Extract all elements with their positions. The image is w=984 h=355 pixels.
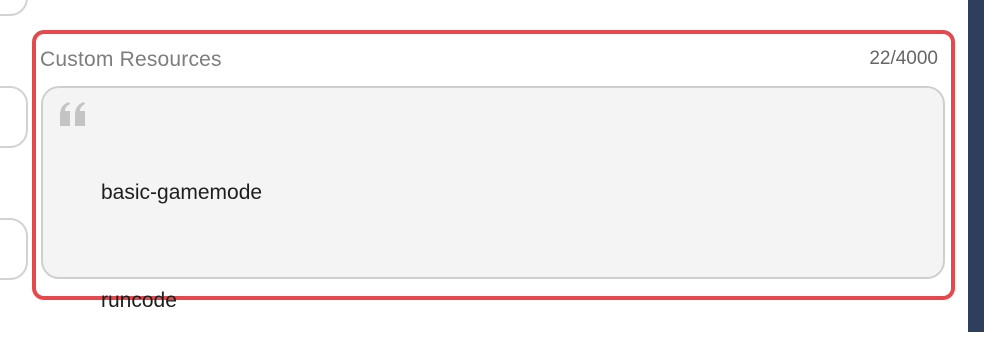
partial-control-top[interactable]: [0, 0, 28, 16]
textarea-text[interactable]: basic-gamemode runcode: [101, 103, 921, 355]
scrollbar-track[interactable]: [968, 0, 984, 332]
partial-control-bottom[interactable]: [0, 218, 28, 280]
quote-icon: [60, 102, 85, 126]
textarea-line: runcode: [101, 289, 177, 312]
field-label: Custom Resources: [40, 48, 222, 71]
character-counter: 22/4000: [869, 48, 938, 69]
partial-control-middle[interactable]: [0, 86, 28, 148]
textarea-line: basic-gamemode: [101, 181, 263, 204]
